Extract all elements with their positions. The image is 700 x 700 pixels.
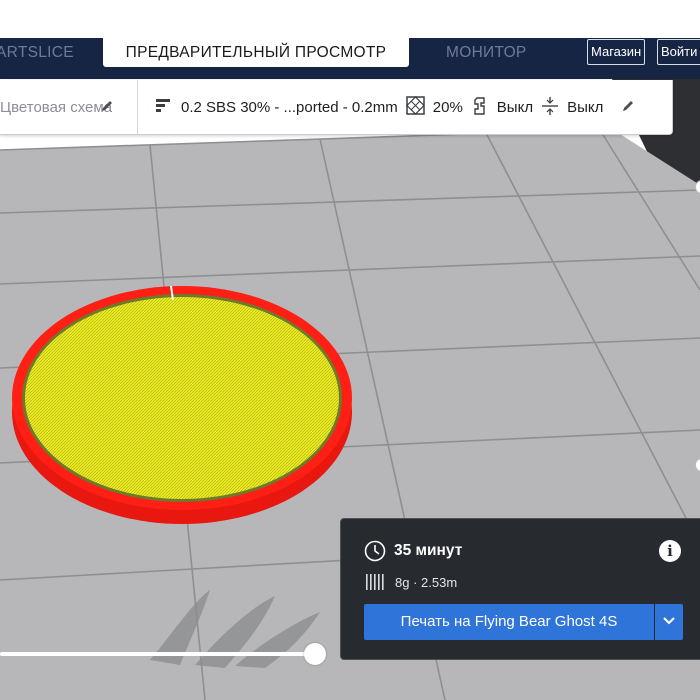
app-header: ARTSLICE ПРЕДВАРИТЕЛЬНЫЙ ПРОСМОТР МОНИТО… — [0, 38, 700, 79]
printed-part — [12, 285, 352, 524]
print-settings-toolbar: Цветовая схема 0.2 SBS 30% - ...ported -… — [0, 80, 673, 135]
support-icon — [471, 96, 489, 119]
adhesion-icon — [541, 96, 559, 119]
layer-view-slider-track[interactable] — [0, 652, 312, 656]
infill-icon — [405, 96, 425, 119]
material-row: 8g · 2.53m — [365, 572, 457, 592]
profile-label: 0.2 SBS 30% - ...ported - 0.2mm — [181, 99, 398, 116]
window-top-strip — [0, 0, 700, 38]
toolbar-divider — [137, 80, 138, 135]
tab-monitor[interactable]: МОНИТОР — [446, 38, 527, 79]
print-dropdown-button[interactable] — [655, 604, 683, 640]
edit-settings-icon[interactable] — [621, 99, 635, 117]
clock-icon — [364, 540, 386, 562]
profile-icon — [155, 97, 173, 119]
print-summary-panel: 35 минут i 8g · 2.53m Печать на Flying B… — [340, 518, 700, 660]
material-usage: 8g · 2.53m — [395, 574, 458, 590]
color-scheme-selector[interactable]: Цветовая схема — [0, 80, 137, 135]
layer-view-slider-handle[interactable] — [304, 643, 326, 665]
print-settings-selector[interactable]: 0.2 SBS 30% - ...ported - 0.2mm 20% Выкл… — [155, 80, 635, 135]
color-scheme-label: Цветовая схема — [0, 99, 113, 116]
print-time: 35 минут — [394, 542, 463, 559]
tab-prepare[interactable]: ARTSLICE — [0, 38, 74, 79]
support-value: Выкл — [496, 99, 534, 116]
tab-preview[interactable]: ПРЕДВАРИТЕЛЬНЫЙ ПРОСМОТР — [103, 38, 409, 67]
adhesion-value: Выкл — [567, 99, 604, 116]
print-button[interactable]: Печать на Flying Bear Ghost 4S — [364, 604, 654, 640]
chevron-down-icon — [662, 613, 676, 631]
marketplace-button[interactable]: Магазин — [587, 39, 645, 65]
infill-value: 20% — [432, 99, 463, 116]
filament-spool-icon — [365, 573, 385, 591]
edit-pencil-icon — [100, 99, 114, 117]
login-button[interactable]: Войти — [657, 39, 700, 65]
info-icon[interactable]: i — [659, 540, 681, 562]
print-time-row: 35 минут — [364, 539, 462, 563]
